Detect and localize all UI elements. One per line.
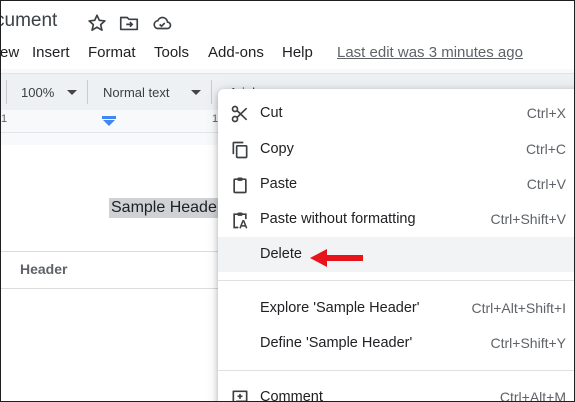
cloud-status-icon[interactable] xyxy=(151,12,173,34)
copy-icon xyxy=(230,140,250,160)
zoom-select[interactable]: 100% xyxy=(21,85,54,100)
indent-marker-icon[interactable] xyxy=(102,116,116,126)
chevron-down-icon[interactable] xyxy=(191,90,201,95)
menu-divider xyxy=(218,370,574,371)
chevron-down-icon[interactable] xyxy=(67,90,77,95)
menu-tools[interactable]: Tools xyxy=(154,44,189,61)
menu-item-comment[interactable]: Comment Ctrl+Alt+M xyxy=(218,380,574,402)
menu-add-ons[interactable]: Add-ons xyxy=(208,44,264,61)
menu-item-shortcut: Ctrl+C xyxy=(525,141,566,157)
document-title[interactable]: cument xyxy=(1,10,57,32)
menu-item-label: Define 'Sample Header' xyxy=(260,335,413,351)
menu-format[interactable]: Format xyxy=(88,44,136,61)
title-bar: cument xyxy=(1,1,574,43)
menu-item-label: Copy xyxy=(260,141,294,157)
menu-item-cut[interactable]: Cut Ctrl+X xyxy=(218,96,574,131)
move-to-folder-icon[interactable] xyxy=(118,12,140,34)
header-label: Header xyxy=(20,261,68,277)
toolbar-divider xyxy=(6,80,7,104)
scissors-icon xyxy=(230,104,250,124)
menu-help[interactable]: Help xyxy=(282,44,313,61)
menu-item-copy[interactable]: Copy Ctrl+C xyxy=(218,132,574,167)
menu-item-delete[interactable]: Delete xyxy=(218,237,574,272)
menu-item-label: Delete xyxy=(260,246,302,262)
menu-item-label: Paste without formatting xyxy=(260,211,416,227)
last-edit-link[interactable]: Last edit was 3 minutes ago xyxy=(337,44,523,61)
style-select[interactable]: Normal text xyxy=(103,85,169,100)
menu-item-shortcut: Ctrl+Shift+V xyxy=(490,211,566,227)
menu-item-label: Cut xyxy=(260,105,283,121)
menu-item-shortcut: Ctrl+V xyxy=(526,176,566,192)
menu-divider xyxy=(218,280,574,281)
toolbar-divider xyxy=(87,80,88,104)
menu-item-label: Comment xyxy=(260,389,323,402)
context-menu: Cut Ctrl+X Copy Ctrl+C Paste Ctrl+V Past… xyxy=(218,89,574,402)
menu-item-shortcut: Ctrl+Shift+Y xyxy=(490,335,566,351)
menu-item-shortcut: Ctrl+Alt+Shift+I xyxy=(471,300,566,316)
app-window: cument ew Insert Format Tools Add-ons He… xyxy=(0,0,575,402)
selected-header-text[interactable]: Sample Heade xyxy=(109,198,219,218)
menu-item-paste[interactable]: Paste Ctrl+V xyxy=(218,167,574,202)
menu-bar: ew Insert Format Tools Add-ons Help Last… xyxy=(1,43,574,69)
menu-item-explore[interactable]: Explore 'Sample Header' Ctrl+Alt+Shift+I xyxy=(218,291,574,326)
ruler-number: 1 xyxy=(1,113,8,125)
menu-item-paste-without-formatting[interactable]: Paste without formatting Ctrl+Shift+V xyxy=(218,202,574,237)
menu-item-label: Explore 'Sample Header' xyxy=(260,300,420,316)
menu-item-define[interactable]: Define 'Sample Header' Ctrl+Shift+Y xyxy=(218,326,574,361)
menu-item-shortcut: Ctrl+X xyxy=(526,105,566,121)
menu-item-shortcut: Ctrl+Alt+M xyxy=(499,389,566,402)
paste-plain-icon xyxy=(230,210,250,230)
menu-insert[interactable]: Insert xyxy=(32,44,70,61)
menu-view[interactable]: ew xyxy=(1,44,19,61)
add-comment-icon xyxy=(230,388,250,401)
star-icon[interactable] xyxy=(86,12,108,34)
menu-item-label: Paste xyxy=(260,176,298,192)
toolbar-divider xyxy=(211,80,212,104)
annotation-arrow-icon xyxy=(310,249,363,267)
clipboard-icon xyxy=(230,175,250,195)
